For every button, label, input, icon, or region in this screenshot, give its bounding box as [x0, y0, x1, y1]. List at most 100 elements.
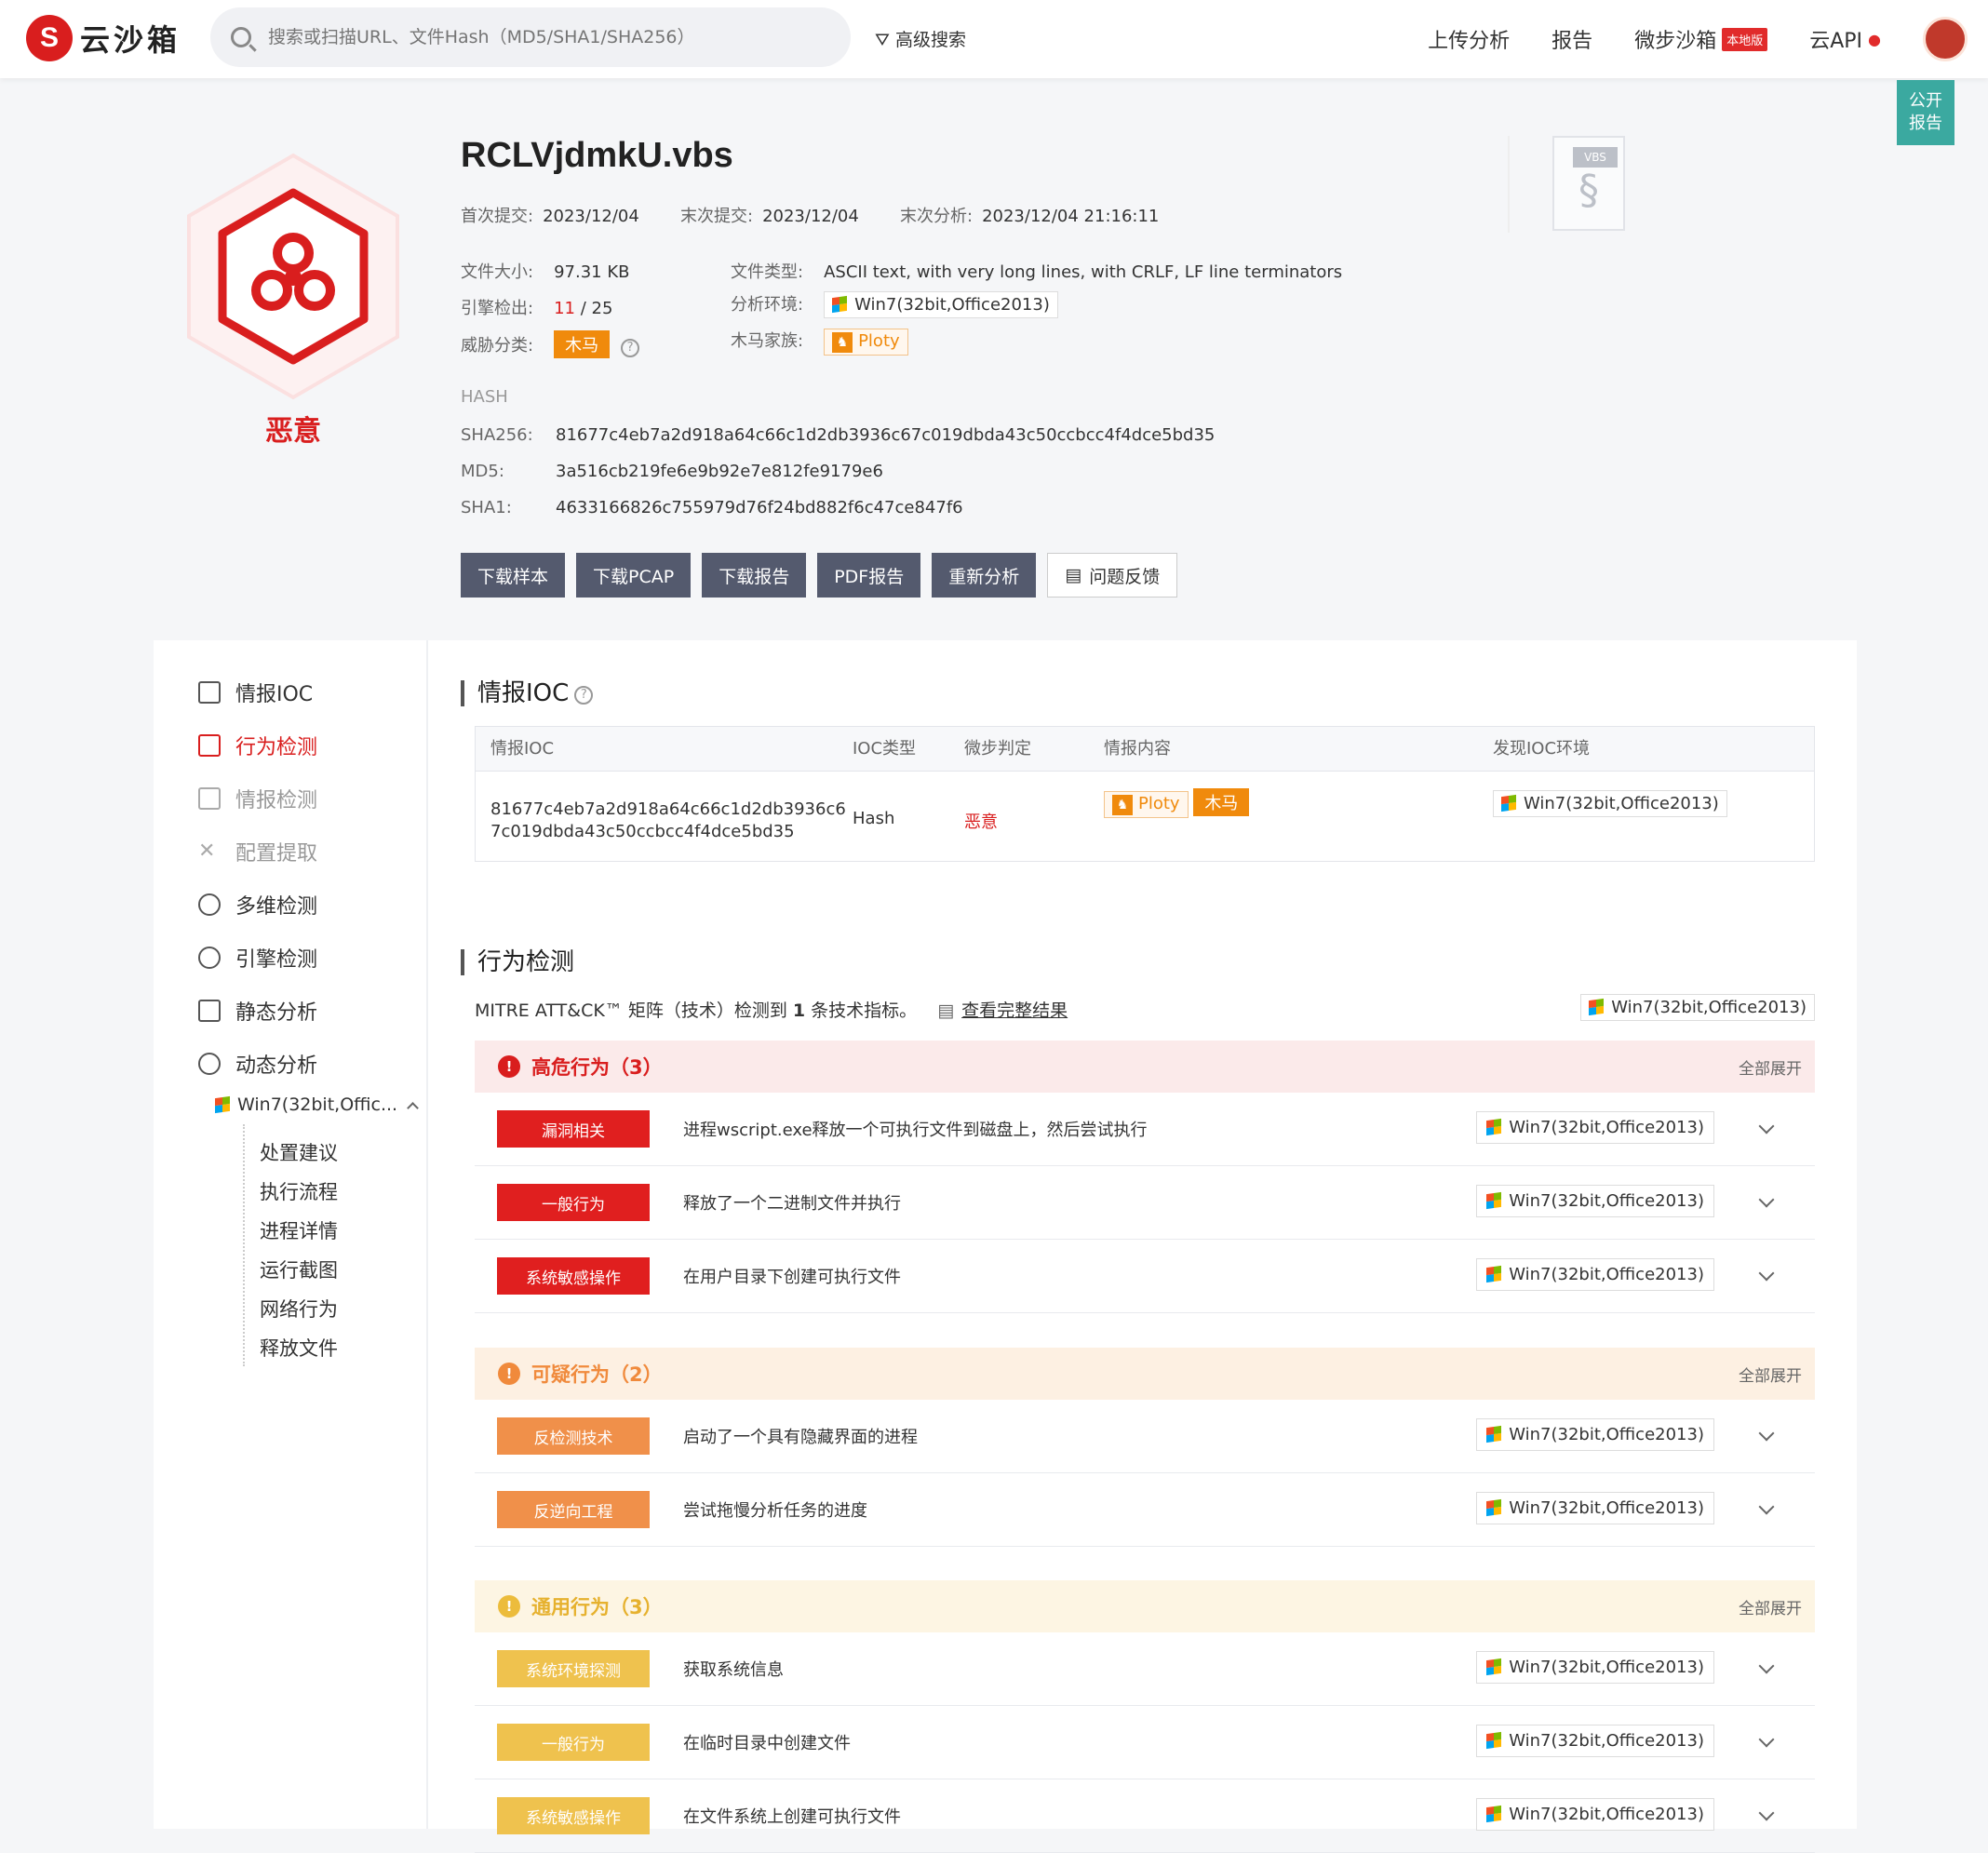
behavior-env: Win7(32bit,Office2013): [1509, 1425, 1704, 1444]
sidebar-item-intel[interactable]: 情报检测: [198, 784, 317, 813]
sidebar-sub-advice[interactable]: 处置建议: [260, 1138, 338, 1166]
windows-icon: [1486, 1118, 1502, 1136]
chevron-down-icon[interactable]: [1758, 1265, 1775, 1282]
sidebar-sub-screenshot[interactable]: 运行截图: [260, 1255, 338, 1283]
sidebar-item-multi[interactable]: 多维检测: [198, 890, 317, 920]
sidebar-item-engine[interactable]: 引擎检测: [198, 943, 317, 973]
behavior-row[interactable]: 反逆向工程 尝试拖慢分析任务的进度 Win7(32bit,Office2013): [475, 1473, 1815, 1547]
ioc-title-text: 情报IOC: [477, 679, 570, 707]
mitre-count: 1: [792, 1000, 806, 1021]
chevron-up-icon: [407, 1101, 419, 1114]
advanced-search-link[interactable]: ⛛ 高级搜索: [875, 26, 966, 51]
file-size-value: 97.31 KB: [554, 262, 630, 282]
sidebar-sub-flow[interactable]: 执行流程: [260, 1177, 338, 1205]
list-icon: [198, 1000, 221, 1022]
sidebar-item-behavior[interactable]: 行为检测: [198, 731, 317, 760]
sha256-row: SHA256: 81677c4eb7a2d918a64c66c1d2db3936c…: [461, 425, 1215, 445]
expand-all-button[interactable]: 全部展开: [1739, 1363, 1802, 1386]
behavior-env: Win7(32bit,Office2013): [1509, 1805, 1704, 1824]
search-input[interactable]: [268, 27, 826, 47]
sidebar-label-engine: 引擎检测: [235, 948, 318, 972]
file-size-label: 文件大小:: [461, 262, 534, 282]
chevron-down-icon[interactable]: [1758, 1425, 1775, 1442]
sidebar-env-toggle[interactable]: Win7(32bit,Offic...: [215, 1094, 419, 1115]
expand-all-button[interactable]: 全部展开: [1739, 1595, 1802, 1618]
search-bar[interactable]: [210, 7, 851, 67]
alert-icon: !: [498, 1595, 520, 1618]
trojan-family: 木马家族: ♞ Ploty: [731, 328, 908, 356]
nav-upload[interactable]: 上传分析: [1428, 24, 1510, 54]
sidebar-item-config[interactable]: ✕ 配置提取: [198, 837, 317, 866]
chevron-down-icon[interactable]: [1758, 1658, 1775, 1674]
chevron-down-icon[interactable]: [1758, 1498, 1775, 1515]
nav-report[interactable]: 报告: [1551, 24, 1592, 54]
expand-all-button[interactable]: 全部展开: [1739, 1055, 1802, 1079]
avatar[interactable]: [1923, 17, 1968, 61]
download-sample-button[interactable]: 下载样本: [461, 553, 566, 598]
family-tag[interactable]: ♞ Ploty: [824, 329, 908, 356]
behavior-tag: 一般行为: [497, 1184, 650, 1221]
chevron-down-icon[interactable]: [1758, 1731, 1775, 1748]
sidebar-label-intel: 情报检测: [235, 789, 318, 812]
behavior-row[interactable]: 一般行为 在临时目录中创建文件 Win7(32bit,Office2013): [475, 1706, 1815, 1779]
engine-detection: 引擎检出: 11 / 25: [461, 295, 612, 319]
nav-api[interactable]: 云API ●: [1809, 24, 1881, 54]
nav-weibu[interactable]: 微步沙箱 本地版: [1634, 24, 1768, 54]
feedback-label: 问题反馈: [1089, 566, 1161, 587]
help-icon[interactable]: ?: [621, 339, 640, 357]
sidebar-label-multi: 多维检测: [235, 895, 318, 919]
windows-icon: [1589, 998, 1605, 1016]
download-pcap-button[interactable]: 下载PCAP: [576, 553, 692, 598]
main-panel: 情报IOC 行为检测 情报检测 ✕ 配置提取 多维检测 引擎检测 静态分析 动态分…: [154, 640, 1857, 1853]
sha1-row: SHA1: 4633166826c755979d76f24bd882f6c47ce…: [461, 498, 963, 517]
group-title-high: 高危行为（3）: [531, 1056, 663, 1079]
sidebar-sub-process[interactable]: 进程详情: [260, 1216, 338, 1244]
last-submit: 末次提交: 2023/12/04: [680, 203, 859, 227]
public-report-button[interactable]: 公开 报告: [1897, 80, 1954, 145]
sidebar-item-static[interactable]: 静态分析: [198, 996, 317, 1026]
download-report-button[interactable]: 下载报告: [702, 553, 807, 598]
family-tag[interactable]: ♞ Ploty: [1104, 791, 1189, 818]
vbs-file-label: VBS: [1573, 147, 1618, 168]
ioc-value-line1: 81677c4eb7a2d918a64c66c1d2db3936c6: [490, 799, 846, 819]
nav-weibu-label: 微步沙箱: [1634, 30, 1717, 53]
sha256-value: 81677c4eb7a2d918a64c66c1d2db3936c67c019d…: [556, 425, 1216, 445]
view-full-results-link[interactable]: 查看完整结果: [961, 1000, 1068, 1021]
help-icon[interactable]: ?: [574, 686, 594, 705]
behavior-desc: 启动了一个具有隐藏界面的进程: [683, 1428, 918, 1447]
top-bar: S 云沙箱 ⛛ 高级搜索 上传分析 报告 微步沙箱本地版 云API ●: [0, 0, 1988, 78]
behavior-row[interactable]: 反检测技术 启动了一个具有隐藏界面的进程 Win7(32bit,Office2013…: [475, 1400, 1815, 1473]
sidebar-sub-network[interactable]: 网络行为: [260, 1295, 338, 1323]
behavior-section-title: 行为检测: [461, 949, 574, 975]
sha256-label: SHA256:: [461, 425, 533, 445]
alert-icon: !: [498, 1055, 520, 1078]
file-type-label: 文件类型:: [731, 262, 804, 282]
behavior-row[interactable]: 一般行为 释放了一个二进制文件并执行 Win7(32bit,Office2013): [475, 1166, 1815, 1240]
chevron-down-icon[interactable]: [1758, 1118, 1775, 1135]
behavior-row[interactable]: 系统敏感操作 在文件系统上创建可执行文件 Win7(32bit,Office2013…: [475, 1779, 1815, 1853]
env-tag-label: Win7(32bit,Office2013): [854, 295, 1050, 315]
behavior-row[interactable]: 漏洞相关 进程wscript.exe释放一个可执行文件到磁盘上，然后尝试执行 Win…: [475, 1093, 1815, 1166]
chevron-down-icon[interactable]: [1758, 1191, 1775, 1208]
windows-icon: [1486, 1805, 1502, 1823]
sidebar-sub-dropped[interactable]: 释放文件: [260, 1334, 338, 1362]
sidebar-item-dynamic[interactable]: 动态分析: [198, 1049, 317, 1079]
engine-total: / 25: [574, 299, 613, 318]
behavior-row[interactable]: 系统敏感操作 在用户目录下创建可执行文件 Win7(32bit,Office2013…: [475, 1240, 1815, 1313]
env-tag: Win7(32bit,Office2013): [1476, 1258, 1714, 1291]
pdf-report-button[interactable]: PDF报告: [817, 553, 921, 598]
sidebar-item-ioc[interactable]: 情报IOC: [198, 678, 313, 707]
col-type: IOC类型: [853, 739, 917, 759]
windows-icon: [1486, 1658, 1502, 1676]
ioc-family-label: Ploty: [1138, 794, 1180, 813]
ioc-section-title: 情报IOC?: [461, 679, 594, 707]
behavior-row[interactable]: 系统环境探测 获取系统信息 Win7(32bit,Office2013): [475, 1632, 1815, 1706]
edit-icon: [198, 681, 221, 704]
logo[interactable]: S 云沙箱: [26, 15, 181, 61]
chevron-down-icon[interactable]: [1758, 1805, 1775, 1821]
behavior-env-tag[interactable]: Win7(32bit,Office2013): [1580, 994, 1815, 1021]
ioc-threat-tag: 木马: [1193, 788, 1250, 816]
layout-icon: [198, 787, 221, 810]
feedback-button[interactable]: ▤ 问题反馈: [1047, 553, 1178, 598]
reanalyze-button[interactable]: 重新分析: [932, 553, 1037, 598]
